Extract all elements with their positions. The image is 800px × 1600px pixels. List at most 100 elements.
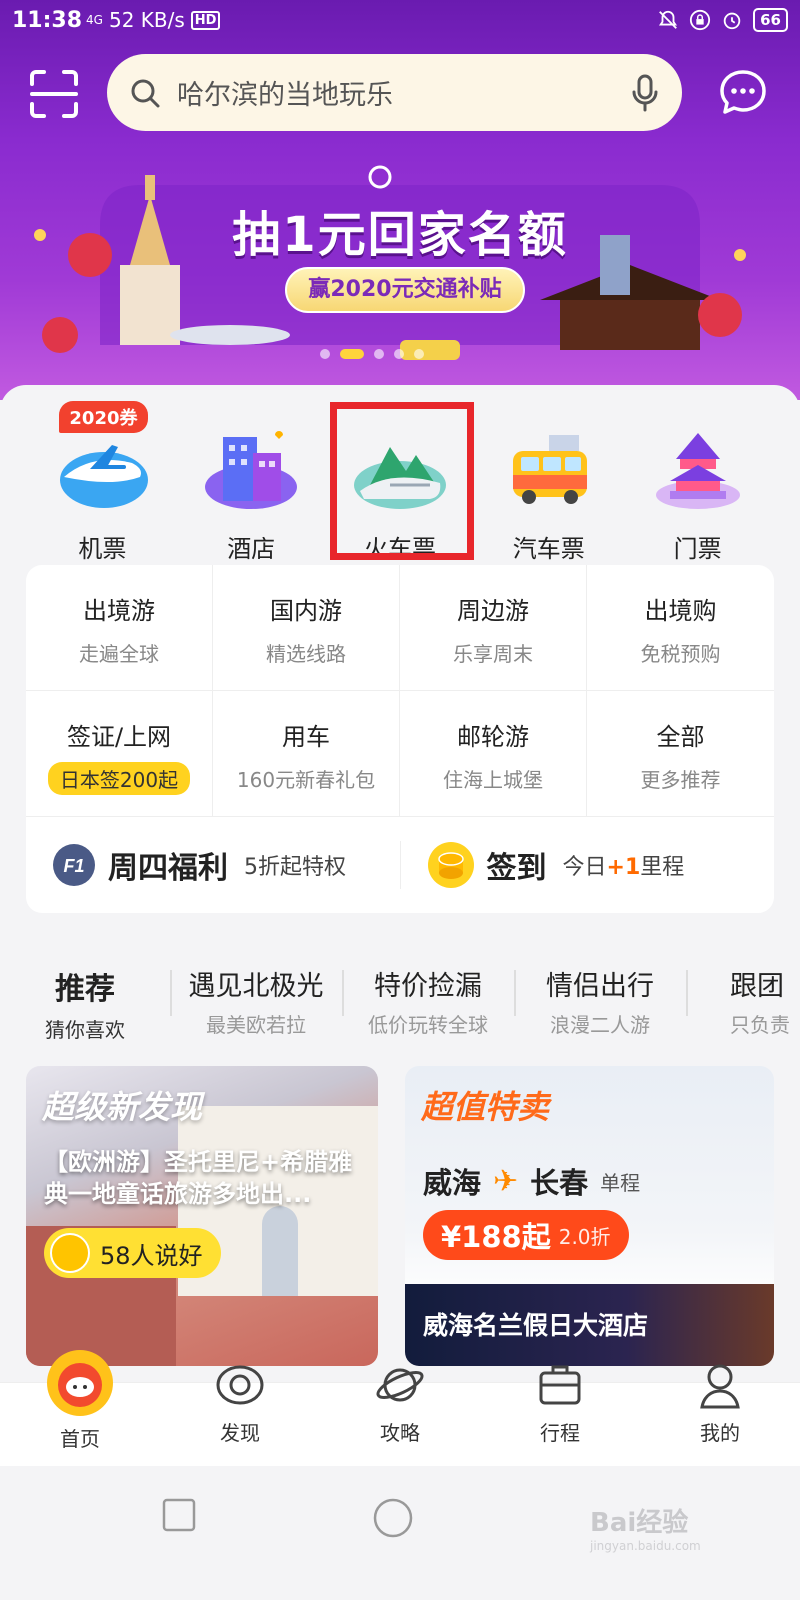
promo-title: 周四福利 [108, 851, 228, 886]
tab-group-tour[interactable]: 跟团 只负责 [686, 950, 800, 1040]
tab-couples[interactable]: 情侣出行 浪漫二人游 [514, 950, 686, 1040]
service-subtitle: 精选线路 [266, 642, 346, 666]
banner-title: 抽1元回家名额 [232, 207, 568, 263]
network-indicator: 4G [86, 13, 103, 27]
service-outbound-shopping[interactable]: 出境购 免税预购 [587, 565, 774, 691]
service-title: 用车 [282, 723, 330, 751]
watermark-sub: jingyan.baidu.com [590, 1539, 701, 1553]
category-label: 机票 [78, 535, 127, 563]
status-bar: 11:38 4G 52 KB/s HD 66 [0, 0, 800, 40]
tab-subtitle: 浪漫二人游 [550, 1013, 650, 1037]
pagination-dot [394, 349, 404, 359]
eye-icon [216, 1365, 264, 1405]
service-nearby-tour[interactable]: 周边游 乐享周末 [400, 565, 587, 691]
service-all[interactable]: 全部 更多推荐 [587, 691, 774, 817]
network-speed: 52 KB/s [108, 8, 185, 32]
scan-icon[interactable] [28, 68, 80, 120]
likes-count: 58人说好 [100, 1241, 203, 1270]
lock-icon [690, 9, 711, 31]
nav-itinerary[interactable]: 行程 [480, 1365, 640, 1466]
service-car-rental[interactable]: 用车 160元新春礼包 [213, 691, 400, 817]
search-icon [131, 79, 160, 107]
watermark: Bai经验 jingyan.baidu.com [590, 1502, 701, 1553]
nav-label: 攻略 [380, 1421, 420, 1445]
services-card: 出境游 走遍全球 国内游 精选线路 周边游 乐享周末 出境购 免税预购 签证/上… [26, 565, 774, 913]
thursday-welfare-promo[interactable]: F1 周四福利 5折起特权 [26, 843, 400, 887]
service-subtitle: 住海上城堡 [443, 768, 543, 792]
pagination-dot [374, 349, 384, 359]
tab-northern-lights[interactable]: 遇见北极光 最美欧若拉 [170, 950, 342, 1040]
service-title: 出境游 [83, 597, 155, 625]
search-bar[interactable]: 哈尔滨的当地玩乐 [107, 54, 682, 131]
planet-icon [376, 1368, 424, 1402]
price-badge: ¥188起 2.0折 [423, 1210, 629, 1260]
category-label: 汽车票 [512, 535, 585, 563]
tab-title: 遇见北极光 [188, 971, 324, 1002]
card-tag: 超值特卖 [421, 1088, 550, 1126]
category-bus[interactable]: 汽车票 [484, 395, 614, 565]
service-outbound-tour[interactable]: 出境游 走遍全球 [26, 565, 213, 691]
search-placeholder: 哈尔滨的当地玩乐 [177, 80, 393, 111]
category-hotel[interactable]: 酒店 [186, 395, 316, 565]
flight-route: 威海 ✈ 长春 单程 [423, 1160, 640, 1202]
banner-pagination [320, 349, 424, 359]
route-to: 长春 [530, 1166, 589, 1200]
bell-muted-icon [659, 10, 678, 29]
promo-desc-plus: +1 [606, 855, 641, 880]
card-tag: 超级新发现 [42, 1088, 203, 1126]
category-tickets[interactable]: 门票 [633, 395, 763, 565]
airplane-icon: ✈ [493, 1163, 519, 1199]
price: ¥188起 [441, 1220, 551, 1254]
tab-recommend[interactable]: 推荐 猜你喜欢 [0, 950, 170, 1040]
promo-banner[interactable]: 抽1元回家名额 赢2020元交通补贴 [0, 145, 800, 385]
promo-desc-suffix: 里程 [640, 855, 685, 880]
route-from: 威海 [423, 1166, 482, 1200]
hotel-preview: 威海名兰假日大酒店 [405, 1284, 774, 1366]
watermark-text: Bai经验 [590, 1508, 689, 1538]
service-cruise[interactable]: 邮轮游 住海上城堡 [400, 691, 587, 817]
promo-desc-prefix: 今日 [562, 855, 607, 880]
check-in-promo[interactable]: 签到 今日+1里程 [399, 841, 775, 889]
service-domestic-tour[interactable]: 国内游 精选线路 [213, 565, 400, 691]
card-description: 【欧洲游】圣托里尼+希腊雅典一地童话旅游多地出... [44, 1148, 353, 1208]
category-flight[interactable]: 2020券 机票 [37, 395, 167, 565]
feed-card-flight-deal[interactable]: 超值特卖 威海 ✈ 长春 单程 ¥188起 2.0折 威海名兰假日大酒店 [405, 1066, 774, 1366]
bus-icon [512, 435, 587, 504]
message-icon[interactable] [718, 68, 768, 118]
services-grid: 出境游 走遍全球 国内游 精选线路 周边游 乐享周末 出境购 免税预购 签证/上… [26, 565, 774, 817]
airplane-icon [60, 445, 149, 508]
card-image-door [262, 1206, 298, 1296]
promo-desc: 今日+1里程 [563, 849, 685, 881]
promo-row: F1 周四福利 5折起特权 签到 今日+1里程 [26, 817, 774, 913]
f1-badge-icon: F1 [53, 844, 95, 886]
tab-bargains[interactable]: 特价捡漏 低价玩转全球 [342, 950, 514, 1040]
tab-title: 推荐 [55, 972, 115, 1007]
coin-icon [427, 842, 474, 888]
system-navigation: Bai经验 jingyan.baidu.com [0, 1466, 800, 1600]
suitcase-icon [539, 1365, 581, 1405]
pagination-dot-active [340, 349, 364, 359]
service-title: 周边游 [457, 597, 529, 625]
pagination-dot [414, 349, 424, 359]
service-subtitle: 更多推荐 [640, 768, 721, 792]
tab-subtitle: 只负责 [730, 1013, 790, 1037]
service-title: 国内游 [270, 597, 342, 625]
nav-guide[interactable]: 攻略 [320, 1368, 480, 1466]
tab-subtitle: 最美欧若拉 [206, 1013, 306, 1037]
hotel-icon [205, 431, 298, 509]
microphone-icon[interactable] [630, 74, 660, 112]
likes-badge: 58人说好 [44, 1228, 221, 1278]
nav-profile[interactable]: 我的 [640, 1364, 800, 1466]
nav-discover[interactable]: 发现 [160, 1365, 320, 1466]
hd-icon: HD [190, 10, 221, 30]
service-visa-internet[interactable]: 签证/上网 日本签200起 [26, 691, 213, 817]
service-title: 邮轮游 [457, 723, 529, 751]
nav-home[interactable]: 首页 [0, 1350, 160, 1466]
service-title: 出境购 [644, 597, 717, 625]
recent-apps-icon[interactable] [162, 1498, 196, 1532]
feed-card-europe-tour[interactable]: 超级新发现 【欧洲游】圣托里尼+希腊雅典一地童话旅游多地出... 58人说好 [26, 1066, 378, 1366]
service-subtitle: 走遍全球 [79, 642, 159, 666]
home-circle-icon[interactable] [373, 1498, 413, 1538]
nav-label: 首页 [60, 1427, 100, 1451]
tab-title: 跟团 [730, 971, 784, 1002]
